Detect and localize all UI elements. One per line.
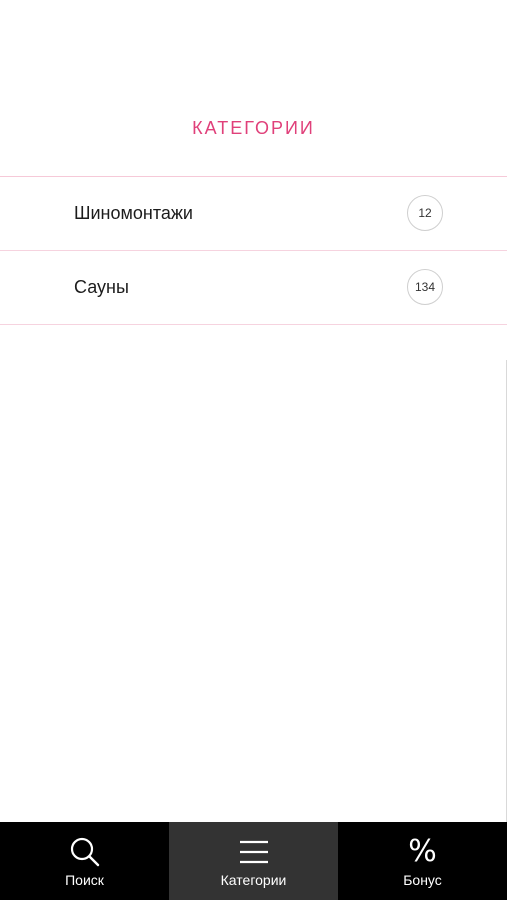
tab-search[interactable]: Поиск — [0, 822, 169, 900]
page-title: КАТЕГОРИИ — [192, 118, 315, 138]
categories-screen: КАТЕГОРИИ Шиномонтажи 12 Сауны 134 Поиск — [0, 0, 507, 900]
category-label: Шиномонтажи — [74, 203, 193, 223]
tab-bonus[interactable]: % Бонус — [338, 822, 507, 900]
search-icon — [69, 836, 101, 868]
count-badge: 134 — [407, 269, 443, 305]
tab-label: Поиск — [65, 872, 104, 888]
category-list: Шиномонтажи 12 Сауны 134 — [0, 176, 507, 325]
count-badge: 12 — [407, 195, 443, 231]
bottom-tab-bar: Поиск Категории % Бонус — [0, 822, 507, 900]
menu-icon — [238, 836, 270, 868]
tab-label: Категории — [220, 872, 287, 888]
category-label: Сауны — [74, 277, 129, 297]
tab-categories[interactable]: Категории — [169, 822, 338, 900]
percent-glyph: % — [408, 834, 437, 869]
category-row-saunas[interactable]: Сауны 134 — [0, 251, 507, 325]
category-row-tire-service[interactable]: Шиномонтажи 12 — [0, 177, 507, 251]
percent-icon: % — [408, 836, 437, 868]
tab-label: Бонус — [403, 872, 442, 888]
